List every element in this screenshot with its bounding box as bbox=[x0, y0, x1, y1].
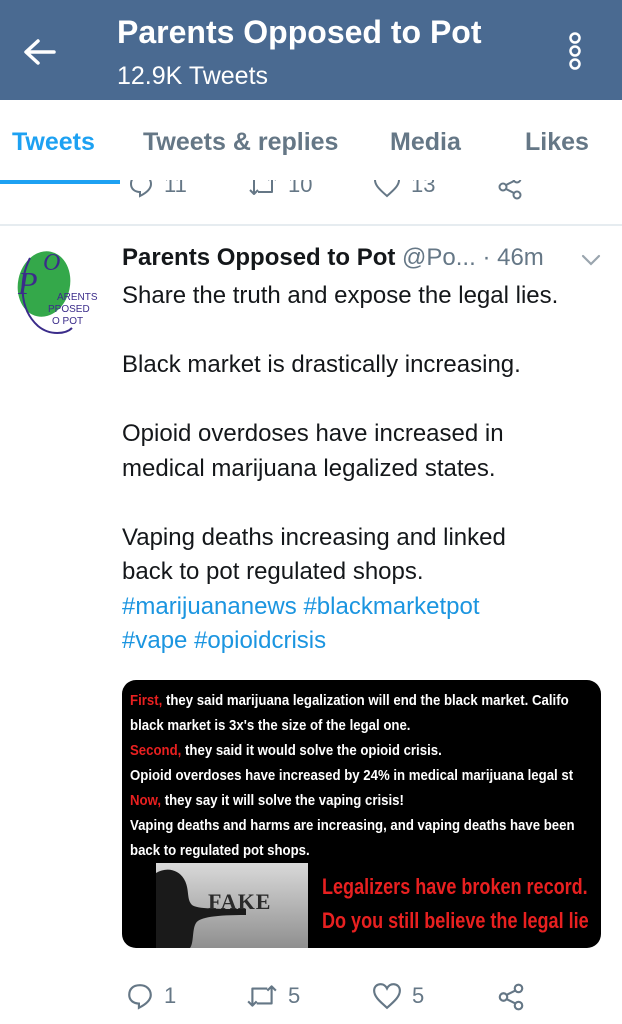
image-text-line: Opioid overdoses have increased by 24% i… bbox=[130, 767, 574, 784]
slogan-line: Do you still believe the legal lie bbox=[322, 908, 589, 933]
share-icon bbox=[498, 983, 524, 1011]
hashtag-link[interactable]: #blackmarketpot bbox=[303, 593, 479, 620]
image-text-line: they said marijuana legalization will en… bbox=[162, 692, 569, 709]
heart-icon bbox=[373, 983, 401, 1010]
avatar[interactable]: P O ARENTS PPOSED O POT bbox=[10, 248, 100, 340]
active-tab-indicator bbox=[0, 180, 120, 184]
avatar-logo-line1: ARENTS bbox=[57, 292, 98, 303]
tweet-line: back to pot regulated shops. bbox=[122, 558, 424, 585]
tab-tweets-label[interactable]: Tweets bbox=[12, 128, 95, 157]
author-name[interactable]: Parents Opposed to Pot bbox=[122, 244, 395, 271]
image-red-text: First, bbox=[130, 692, 163, 709]
image-text-line: they say it will solve the vaping crisis… bbox=[161, 792, 404, 809]
tweet-line: medical marijuana legalized states. bbox=[122, 454, 496, 482]
tabs-background: Tweets Tweets & replies Media Likes bbox=[0, 100, 622, 180]
tweet-image[interactable]: First, they said marijuana legalization … bbox=[122, 680, 601, 948]
slogan-line: Legalizers have broken record. bbox=[322, 874, 588, 899]
chevron-down-icon[interactable] bbox=[580, 252, 602, 268]
back-arrow-icon[interactable] bbox=[18, 30, 62, 74]
image-text: First, they said marijuana legalization … bbox=[130, 688, 575, 863]
image-red-text: Now, bbox=[130, 792, 162, 809]
reply-count: 1 bbox=[164, 983, 177, 1008]
svg-text:P: P bbox=[17, 265, 38, 301]
svg-text:O: O bbox=[43, 250, 60, 276]
tab-tweets-and-replies-label[interactable]: Tweets & replies bbox=[143, 128, 338, 157]
hashtag-link[interactable]: #vape bbox=[122, 627, 187, 654]
hashtag-link[interactable]: #marijuananews bbox=[122, 593, 297, 620]
tweet-time: · 46m bbox=[482, 244, 544, 271]
tweet-line: Opioid overdoses have increased in bbox=[122, 420, 504, 447]
tab-likes-label[interactable]: Likes bbox=[525, 128, 589, 157]
app-header: Parents Opposed to Pot 12.9K Tweets bbox=[0, 0, 622, 100]
tab-media-label[interactable]: Media bbox=[390, 128, 461, 157]
avatar-logo-line3: O POT bbox=[52, 316, 83, 327]
image-text-line: black market is 3x's the size of the leg… bbox=[130, 717, 411, 734]
tweet-count: 12.9K Tweets bbox=[117, 62, 269, 90]
retweet-button[interactable]: 5 bbox=[246, 982, 300, 1010]
tweet-header: Parents Opposed to Pot @Po... · 46m bbox=[122, 244, 612, 278]
image-slogan: Legalizers have broken record. Do you st… bbox=[322, 870, 589, 938]
like-button[interactable]: 5 bbox=[372, 982, 424, 1010]
fake-label: FAKE bbox=[208, 889, 272, 914]
image-text-line: Vaping deaths and harms are increasing, … bbox=[130, 817, 575, 834]
retweet-count: 5 bbox=[288, 983, 301, 1008]
share-button[interactable] bbox=[496, 983, 526, 1011]
image-text-line: back to regulated pot shops. bbox=[130, 842, 310, 859]
tweet-line: Share the truth and expose the legal lie… bbox=[122, 282, 559, 309]
reply-button[interactable]: 1 bbox=[126, 982, 176, 1010]
tweet-line: Black market is drastically increasing. bbox=[122, 351, 521, 378]
like-count: 5 bbox=[412, 983, 425, 1008]
tweet-line: Vaping deaths increasing and linked bbox=[122, 523, 506, 551]
more-options-icon[interactable] bbox=[560, 30, 590, 74]
author-handle[interactable]: @Po... bbox=[402, 244, 476, 271]
profile-title: Parents Opposed to Pot bbox=[117, 14, 482, 50]
reply-icon bbox=[128, 984, 152, 1010]
image-text-line: they said it would solve the opioid cris… bbox=[181, 742, 442, 759]
tweet-actions: 1 5 5 bbox=[0, 978, 622, 1018]
retweet-icon bbox=[247, 985, 277, 1007]
tweet-separator bbox=[0, 224, 622, 226]
hashtag-link[interactable]: #opioidcrisis bbox=[194, 627, 326, 654]
tweet-body: Share the truth and expose the legal lie… bbox=[122, 279, 602, 659]
fake-illustration: FAKE bbox=[156, 863, 308, 948]
image-red-text: Second, bbox=[130, 742, 182, 759]
avatar-logo-line2: PPOSED bbox=[48, 304, 90, 315]
